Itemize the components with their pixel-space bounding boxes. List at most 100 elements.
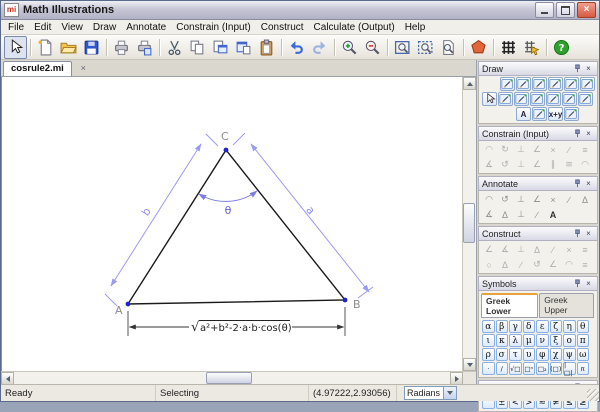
constrain-tool-distance[interactable]: ◠	[481, 142, 497, 157]
zoom-extents-button[interactable]	[414, 36, 437, 59]
section-close-button[interactable]: ×	[583, 279, 594, 289]
drawing-canvas[interactable]: b a θ	[1, 77, 462, 371]
section-close-button[interactable]: ×	[583, 129, 594, 139]
menu-construct[interactable]: Construct	[256, 21, 309, 34]
greek-letter-σ[interactable]: σ	[496, 348, 509, 361]
constrain-tool-equal[interactable]: ≡	[577, 142, 593, 157]
vertex-point-a[interactable]	[126, 302, 131, 307]
draw-tool-select[interactable]	[482, 92, 497, 106]
resize-grip[interactable]	[587, 389, 599, 401]
pin-icon[interactable]	[572, 129, 583, 139]
vertical-scrollbar[interactable]	[462, 77, 476, 371]
draw-tool-vector[interactable]	[578, 92, 593, 106]
greek-letter-κ[interactable]: κ	[496, 334, 509, 347]
draw-tool-point[interactable]	[500, 77, 515, 91]
dimension-line-a[interactable]	[251, 144, 369, 292]
new-button[interactable]	[34, 36, 57, 59]
constrain-tool-vertical[interactable]: ∠	[529, 157, 545, 172]
copy-button[interactable]	[186, 36, 209, 59]
side-label-a[interactable]: a	[303, 204, 317, 217]
annotate-tool-coordinates[interactable]: Δ	[497, 207, 513, 222]
draw-tool-text[interactable]: A	[516, 107, 531, 121]
annotate-tool-parallel[interactable]: ∕	[561, 192, 577, 207]
math-operator-key[interactable]: |□|	[563, 362, 576, 375]
print-button[interactable]	[110, 36, 133, 59]
section-close-button[interactable]: ×	[583, 179, 594, 189]
construct-tool-angle-bisector[interactable]: ∠	[481, 242, 497, 257]
symbols-tab-greek-upper[interactable]: Greek Upper	[539, 293, 594, 318]
greek-letter-ζ[interactable]: ζ	[550, 320, 563, 333]
construct-tool-circle-3pt[interactable]: Δ	[497, 257, 513, 272]
help-button[interactable]: ?	[550, 36, 573, 59]
horizontal-scroll-thumb[interactable]	[206, 372, 252, 384]
construct-tool-arc[interactable]: ↺	[529, 257, 545, 272]
select-button[interactable]	[4, 36, 27, 59]
print-preview-button[interactable]	[133, 36, 156, 59]
constrain-tool-radius[interactable]: ↻	[497, 142, 513, 157]
draw-tool-picture[interactable]	[562, 92, 577, 106]
math-operator-key[interactable]: ·	[482, 362, 495, 375]
pin-icon[interactable]	[572, 229, 583, 239]
greek-letter-τ[interactable]: τ	[509, 348, 522, 361]
redo-button[interactable]	[308, 36, 331, 59]
section-close-button[interactable]: ×	[583, 229, 594, 239]
annotate-tool-slope[interactable]: ∠	[529, 192, 545, 207]
pin-icon[interactable]	[572, 64, 583, 74]
annotate-tool-perpendicular[interactable]: ×	[545, 192, 561, 207]
greek-letter-ν[interactable]: ν	[536, 334, 549, 347]
vertex-label-b[interactable]: B	[353, 298, 361, 311]
greek-letter-θ[interactable]: θ	[577, 320, 590, 333]
construct-tool-midpoint[interactable]: ⊥	[513, 242, 529, 257]
vertical-scroll-track[interactable]	[463, 90, 476, 358]
menu-view[interactable]: View	[56, 21, 88, 34]
annotate-tool-right-angle[interactable]: ⊥	[513, 207, 529, 222]
greek-letter-χ[interactable]: χ	[550, 348, 563, 361]
construct-tool-reflection[interactable]: ∠	[545, 257, 561, 272]
angle-arc[interactable]	[199, 191, 257, 201]
construct-tool-rotation[interactable]: ◠	[561, 257, 577, 272]
paste-button[interactable]	[255, 36, 278, 59]
pin-icon[interactable]	[572, 179, 583, 189]
greek-letter-η[interactable]: η	[563, 320, 576, 333]
copy-view-button[interactable]	[209, 36, 232, 59]
open-button[interactable]	[57, 36, 80, 59]
units-dropdown[interactable]: Radians	[404, 386, 457, 400]
draw-tool-function[interactable]	[564, 107, 579, 121]
constrain-tool-tangent[interactable]: ≅	[561, 157, 577, 172]
menu-constrain-input[interactable]: Constrain (Input)	[171, 21, 255, 34]
zoom-out-button[interactable]	[361, 36, 384, 59]
annotate-tool-gradient[interactable]: ∡	[481, 207, 497, 222]
horizontal-scrollbar[interactable]	[1, 371, 463, 384]
formula-expression[interactable]: a²+b²-2·a·b·cos(θ)	[200, 323, 292, 334]
construct-tool-perpendicular-line[interactable]: Δ	[529, 242, 545, 257]
constrain-tool-rotation[interactable]: ↺	[497, 157, 513, 172]
math-operator-key[interactable]: □₂	[536, 362, 549, 375]
math-operator-key[interactable]: ∕	[496, 362, 509, 375]
annotate-tool-area[interactable]: Δ	[577, 192, 593, 207]
pin-icon[interactable]	[572, 279, 583, 289]
greek-letter-β[interactable]: β	[496, 320, 509, 333]
construct-tool-tangent[interactable]: ≡	[577, 242, 593, 257]
math-operator-key[interactable]: (□)	[550, 362, 563, 375]
menu-calculate-output[interactable]: Calculate (Output)	[309, 21, 400, 34]
draw-tool-conic[interactable]	[530, 92, 545, 106]
section-close-button[interactable]: ×	[583, 64, 594, 74]
greek-letter-π[interactable]: π	[577, 334, 590, 347]
greek-letter-ξ[interactable]: ξ	[550, 334, 563, 347]
draw-tool-line-segment[interactable]	[516, 77, 531, 91]
symbols-tab-greek-lower[interactable]: Greek Lower	[481, 293, 538, 318]
constrain-tool-right-angle[interactable]: ∠	[529, 142, 545, 157]
scroll-up-button[interactable]	[463, 77, 476, 90]
menu-draw[interactable]: Draw	[88, 21, 121, 34]
tab-cosrule2[interactable]: cosrule2.mi	[3, 61, 72, 76]
horizontal-scroll-track[interactable]	[14, 372, 450, 384]
greek-letter-υ[interactable]: υ	[523, 348, 536, 361]
greek-letter-ρ[interactable]: ρ	[482, 348, 495, 361]
maximize-button[interactable]	[556, 2, 575, 18]
zoom-page-button[interactable]	[437, 36, 460, 59]
draw-tool-curve[interactable]	[546, 92, 561, 106]
construct-tool-perpendicular-bisector[interactable]: ∡	[497, 242, 513, 257]
greek-letter-ψ[interactable]: ψ	[563, 348, 576, 361]
draw-tool-ray[interactable]	[548, 77, 563, 91]
constrain-tool-perpendicular[interactable]: ×	[545, 142, 561, 157]
